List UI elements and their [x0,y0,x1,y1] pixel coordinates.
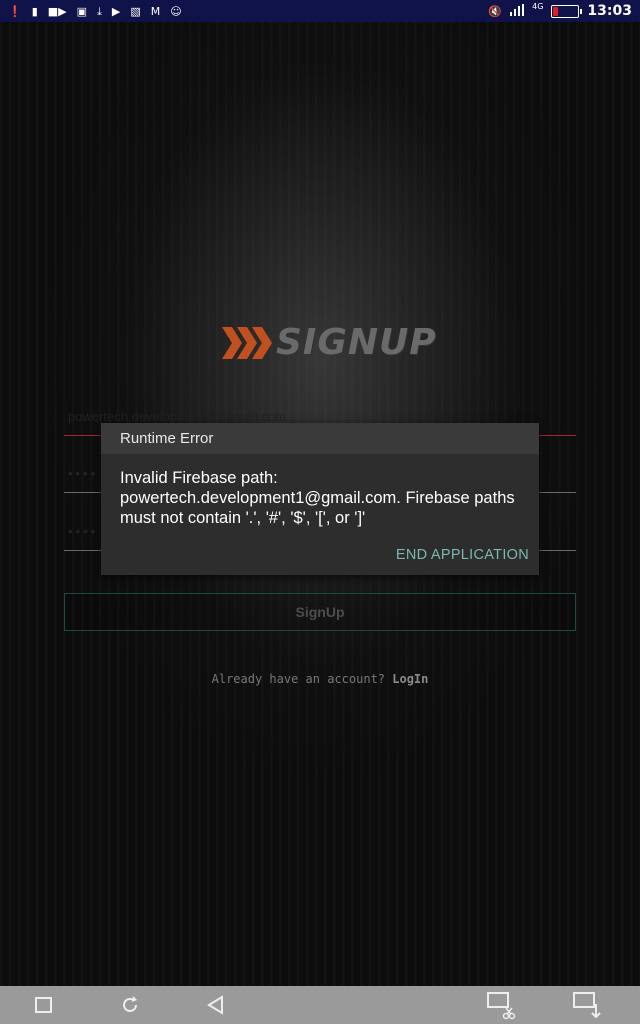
login-link[interactable]: LogIn [392,672,428,686]
screenshot-scissor-icon[interactable] [486,990,516,1020]
square-icon[interactable] [33,994,55,1016]
dialog-title: Runtime Error [101,423,539,454]
video-icon: ■▶ [47,4,67,18]
signal-icon [510,4,525,18]
signup-logo: SIGNUP [222,322,437,363]
back-icon[interactable] [205,994,227,1016]
battery-icon [551,4,583,18]
youtube-icon: ▶ [111,4,121,18]
signup-button[interactable]: SignUp [64,593,576,631]
email-value: powertech.development1@gmail.com [68,409,286,424]
login-prompt-row: Already have an account? LogIn [0,672,640,686]
gmail-icon: M [150,4,161,18]
logo-text: SIGNUP [276,322,437,363]
notification-icons: ❗ ▮ ■▶ ▣ ⤓ ▶ ▧ M ☺ [0,6,182,17]
chat-icon: ☺ [170,4,182,18]
runtime-error-dialog: Runtime Error Invalid Firebase path: pow… [101,423,539,575]
download-icon: ⤓ [97,4,102,18]
login-prompt-text: Already have an account? [211,672,386,686]
dialog-message: Invalid Firebase path: powertech.develop… [120,469,515,527]
mute-icon: 🔇 [488,4,503,18]
navigation-bar [0,986,640,1024]
alert-icon: ❗ [8,4,22,18]
network-type: 4G [532,1,544,11]
rotate-icon[interactable] [119,994,141,1016]
password-value: •••• [68,466,99,481]
confirm-password-value: •••• [68,524,99,539]
clock: 13:03 [587,3,632,19]
sim-icon: ▮ [31,4,38,18]
status-bar: ❗ ▮ ■▶ ▣ ⤓ ▶ ▧ M ☺ 🔇 4G 13:03 [0,0,640,22]
screenshot-download-icon[interactable] [572,990,602,1020]
chevrons-icon [222,326,272,359]
end-application-button[interactable]: END APPLICATION [396,547,529,563]
image-icon: ▧ [130,4,141,18]
lock-icon: ▣ [76,4,88,18]
